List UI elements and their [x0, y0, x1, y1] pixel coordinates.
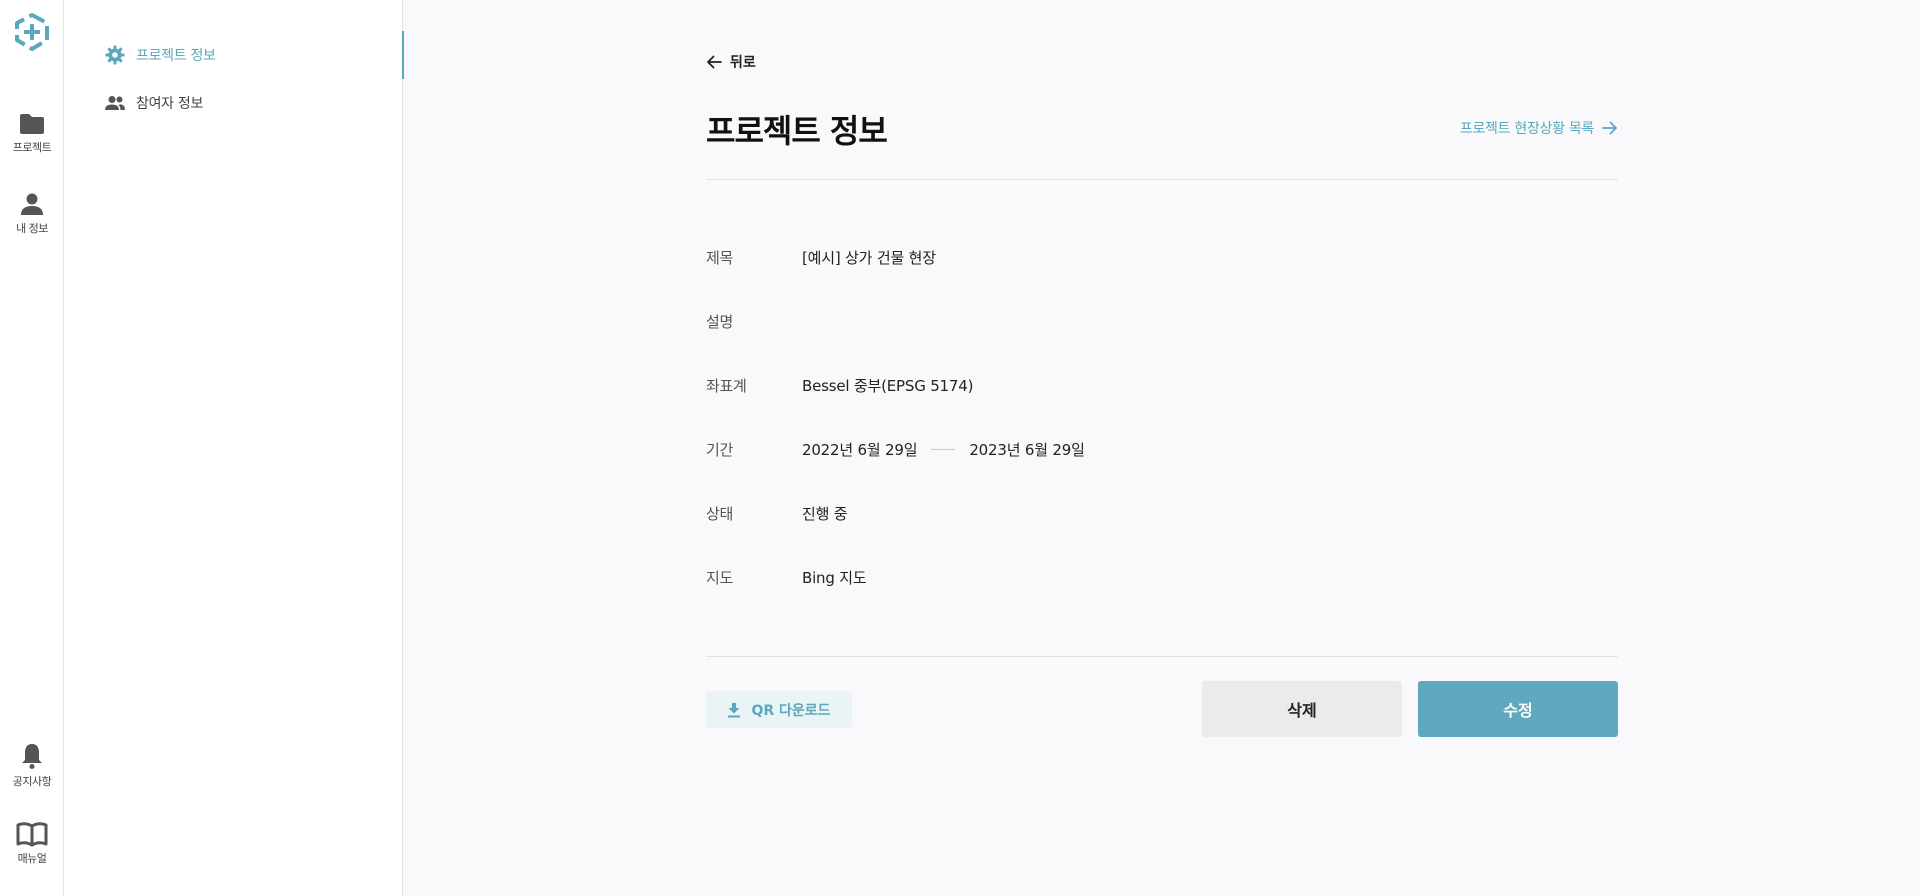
- field-value: Bessel 중부(EPSG 5174): [802, 377, 974, 395]
- field-title: 제목 [예시] 상가 건물 현장: [706, 247, 1618, 268]
- arrow-right-icon: [1602, 121, 1617, 135]
- site-status-list-label: 프로젝트 현장상황 목록: [1459, 121, 1594, 137]
- field-map: 지도 Bing 지도: [706, 567, 1618, 588]
- rail-item-label: 내 정보: [16, 222, 48, 235]
- icon-rail: 프로젝트 내 정보 공지사항 매뉴얼: [0, 0, 64, 896]
- book-icon: [16, 822, 48, 847]
- period-start-date: 2022년 6월 29일: [802, 441, 918, 459]
- field-description: 설명: [706, 311, 1618, 332]
- field-label: 상태: [706, 505, 734, 523]
- field-period: 기간 2022년 6월 29일 2023년 6월 29일: [706, 439, 1618, 460]
- bell-icon: [22, 744, 42, 769]
- date-range-separator: [931, 449, 956, 450]
- field-status: 상태 진행 중: [706, 503, 1618, 524]
- sidebar-item-project-info[interactable]: 프로젝트 정보: [64, 31, 404, 79]
- app-logo-icon[interactable]: [12, 12, 52, 52]
- footer-divider: [706, 656, 1618, 657]
- sidebar-item-label: 참여자 정보: [136, 96, 204, 112]
- field-label: 지도: [706, 569, 734, 587]
- rail-item-projects[interactable]: 프로젝트: [0, 112, 64, 155]
- field-label: 기간: [706, 441, 734, 459]
- qr-download-button[interactable]: QR 다운로드: [706, 691, 852, 728]
- rail-item-manual[interactable]: 매뉴얼: [0, 821, 64, 866]
- period-end-date: 2023년 6월 29일: [969, 441, 1085, 459]
- field-value: [예시] 상가 건물 현장: [802, 249, 936, 267]
- rail-item-label: 공지사항: [12, 775, 52, 788]
- project-info-panel: 뒤로 프로젝트 정보 프로젝트 현장상황 목록 제목 [예시] 상가 건물 현장…: [706, 0, 1618, 896]
- arrow-left-icon: [707, 55, 722, 69]
- rail-item-my-info[interactable]: 내 정보: [0, 191, 64, 236]
- header-divider: [706, 179, 1618, 180]
- rail-item-label: 매뉴얼: [17, 852, 47, 865]
- settings-sidebar: 프로젝트 정보 참여자 정보: [64, 0, 404, 896]
- site-status-list-link[interactable]: 프로젝트 현장상황 목록: [1460, 118, 1618, 138]
- edit-button[interactable]: 수정: [1418, 681, 1618, 737]
- rail-item-label: 프로젝트: [12, 141, 52, 154]
- field-label: 제목: [706, 249, 734, 267]
- qr-download-label: QR 다운로드: [751, 702, 831, 719]
- people-icon: [104, 92, 126, 114]
- gear-icon: [104, 44, 126, 66]
- delete-button[interactable]: 삭제: [1202, 681, 1402, 737]
- rail-item-notices[interactable]: 공지사항: [0, 742, 64, 789]
- field-label: 좌표계: [706, 377, 747, 395]
- back-label: 뒤로: [730, 55, 756, 71]
- person-icon: [21, 193, 43, 215]
- page-title: 프로젝트 정보: [706, 112, 888, 150]
- download-icon: [728, 702, 741, 717]
- folder-icon: [20, 114, 44, 134]
- field-value: Bing 지도: [802, 569, 867, 587]
- field-value: 진행 중: [802, 505, 848, 523]
- back-button[interactable]: 뒤로: [706, 52, 756, 72]
- field-label: 설명: [706, 313, 734, 331]
- sidebar-item-label: 프로젝트 정보: [136, 48, 216, 64]
- field-coordinate-system: 좌표계 Bessel 중부(EPSG 5174): [706, 375, 1618, 396]
- sidebar-item-participants[interactable]: 참여자 정보: [64, 79, 403, 127]
